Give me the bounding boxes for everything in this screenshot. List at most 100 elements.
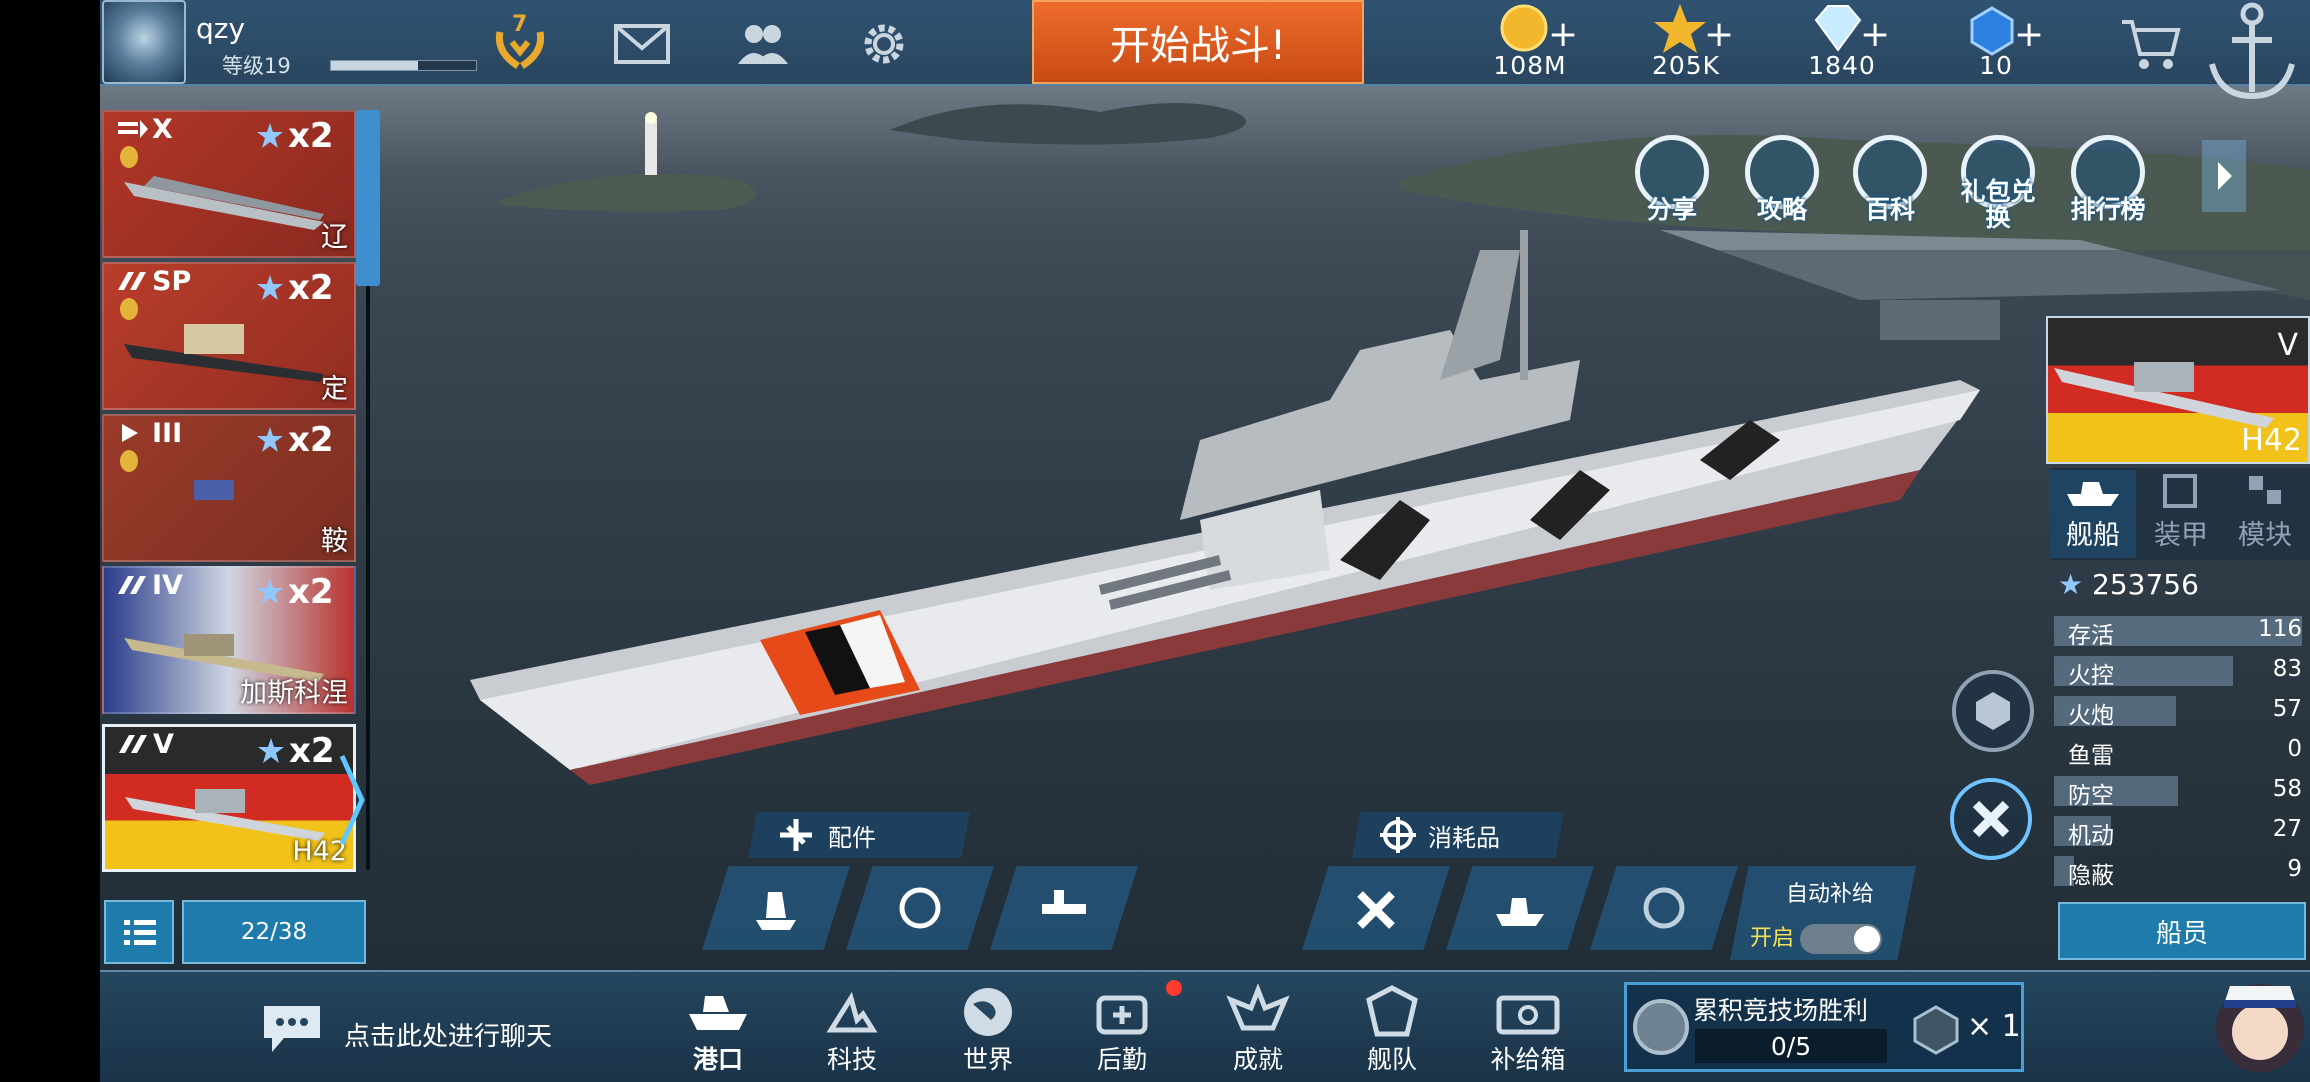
modules-tab-icon [2249,476,2281,504]
chest-plate-button[interactable] [1952,670,2034,752]
auto-supply-state: 开启 [1750,926,1795,951]
nav-achievement-label: 成就 [1232,1045,1283,1074]
combat-power: ★ 253756 [2058,568,2199,601]
guide-label: 攻略 [1756,195,1807,224]
gold-currency[interactable]: + 108M [1470,2,1590,82]
start-battle-button[interactable]: 开始战斗! [1032,0,1364,84]
tier-class-icon [122,424,138,442]
xp-progress-bar [330,60,477,71]
shop-cart-icon[interactable] [2118,16,2184,72]
chat-bubble-icon[interactable] [260,1002,324,1056]
ship-card-2[interactable]: SP x2 定 [102,262,356,410]
carrier-ship-image [124,176,324,230]
points-value: 205K [1651,51,1721,80]
stat-name: 机动 [2068,823,2114,849]
diamond-currency[interactable]: + 1840 [1782,2,1902,82]
tech-icon [826,991,878,1033]
tab-modules-label: 模块 [2238,520,2292,551]
ship-tier: X [152,114,173,145]
chat-prompt[interactable]: 点击此处进行聊天 [344,1016,552,1053]
tier-class-icon [119,735,147,753]
diamond-icon [1814,5,1862,52]
ship-name: 辽 [321,222,348,253]
auto-supply-toggle[interactable] [1800,924,1882,954]
tab-ship[interactable]: 舰船 [2050,470,2136,558]
secretary-avatar[interactable] [2210,970,2310,1080]
arena-reward-panel[interactable]: 累积竞技场胜利 0/5 × 1 [1624,982,2024,1072]
add-points-plus[interactable]: + [1704,14,1734,55]
stat-value: 0 [2287,736,2302,762]
selected-ship-name: H42 [2241,423,2302,458]
consumables-label: 消耗品 [1428,823,1500,852]
nav-tech[interactable]: 科技 [804,984,900,1080]
nav-supply-box[interactable]: 补给箱 [1480,984,1576,1080]
tier-class-icon [118,272,146,290]
ship-name: 鞍 [321,526,348,557]
ship-card-3[interactable]: III x2 鞍 [102,414,356,562]
gift-redeem-button[interactable]: 礼包兑换 [1956,135,2040,235]
anchor-icon[interactable] [2200,0,2304,104]
stat-row: 火炮 57 [2054,694,2310,729]
stat-value: 58 [2272,776,2302,802]
nav-port[interactable]: 港口 [670,984,766,1080]
tab-modules[interactable]: 模块 [2222,470,2308,558]
guide-button[interactable]: 攻略 [1740,135,1824,235]
stat-value: 57 [2272,696,2302,722]
stat-row: 隐蔽 9 [2054,854,2310,889]
selected-ship-card[interactable]: V H42 [2046,316,2310,464]
add-gold-plus[interactable]: + [1548,14,1578,55]
gem-value: 10 [1979,51,2013,80]
encyclopedia-button[interactable]: 百科 [1848,135,1932,235]
mail-icon[interactable] [610,12,674,76]
add-diamond-plus[interactable]: + [1860,14,1890,55]
stat-name: 防空 [2068,783,2114,809]
supply-box-icon [1496,995,1560,1035]
toggle-knob [1854,926,1880,952]
part-engine-icon [899,887,941,929]
stat-row: 鱼雷 0 [2054,734,2310,769]
tab-armor[interactable]: 装甲 [2138,470,2224,558]
power-value: 253756 [2092,568,2199,601]
parts-plane-icon [780,819,812,851]
achievement-icon [1226,984,1290,1031]
stat-row: 防空 58 [2054,774,2310,809]
gem-currency[interactable]: + 10 [1936,2,2056,82]
player-avatar[interactable] [102,0,186,84]
ship-list-scrollbar[interactable] [356,110,380,286]
refit-button[interactable] [1950,778,2032,860]
settings-gear-icon[interactable] [852,12,916,76]
leaderboard-button[interactable]: 排行榜 [2066,135,2150,235]
stat-row: 机动 27 [2054,814,2310,849]
nav-logistics[interactable]: 后勤 [1074,984,1170,1080]
ship-count[interactable]: 22/38 [182,900,366,964]
ship-card-1[interactable]: X x2 辽 [102,110,356,258]
ship-name: 加斯科涅 [240,678,348,709]
nav-world[interactable]: 世界 [940,984,1036,1080]
ship-tier: SP [152,266,192,297]
ship-card-5-selected[interactable]: V x2 H42 [102,724,356,872]
points-currency[interactable]: + 205K [1626,2,1746,82]
wrench-tools-icon [1972,800,2010,838]
emblem-icon [1976,692,2010,730]
add-gem-plus[interactable]: + [2014,14,2044,55]
share-button[interactable]: 分享 [1630,135,1714,235]
nav-port-label: 港口 [692,1045,743,1074]
consumables-crosshair-icon [1380,817,1416,853]
nav-fleet-label: 舰队 [1366,1045,1417,1074]
gold-coin-icon [1500,4,1548,52]
nav-fleet[interactable]: 舰队 [1344,984,1440,1080]
xp-fill [331,61,418,70]
xp-multiplier: x2 [288,572,334,612]
selected-ship-tier: V [2277,328,2298,363]
crew-button[interactable]: 船员 [2058,902,2306,960]
tab-armor-label: 装甲 [2154,520,2208,551]
destroyer-ship-image [194,480,234,500]
nav-achievement[interactable]: 成就 [1210,984,1306,1080]
list-menu-button[interactable] [104,900,174,964]
add-ship-icon [1496,898,1544,926]
expand-menu-button[interactable] [2202,140,2246,212]
xp-multiplier: x2 [289,731,335,771]
ship-card-4[interactable]: IV x2 加斯科涅 [102,566,356,714]
friends-icon[interactable] [730,12,794,76]
rank-star-icon [257,579,283,604]
